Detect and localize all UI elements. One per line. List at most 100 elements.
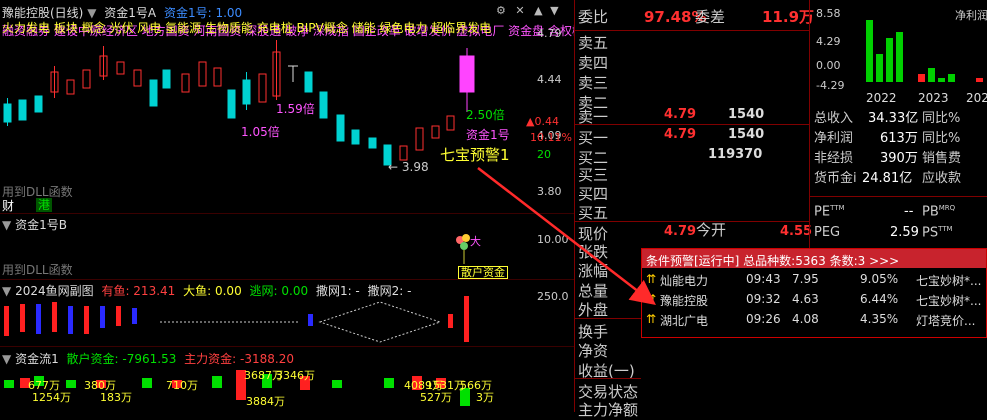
- zhangfu-label: 涨幅: [578, 262, 609, 280]
- candles-red: [50, 40, 455, 161]
- alert-stock-name: 豫能控股: [660, 294, 709, 308]
- fin-row-label: 净利润: [814, 131, 854, 146]
- huanshou-label: 换手: [578, 323, 609, 341]
- alert-price: 7.95: [792, 272, 819, 286]
- alert-time: 09:43: [746, 272, 781, 286]
- jingzi-label: 净资: [578, 342, 609, 360]
- weicha-label: 委差: [695, 8, 726, 26]
- divider: [0, 213, 574, 214]
- fin-row-value: 613万: [880, 131, 918, 146]
- fin-bar-chart: [866, 20, 983, 82]
- flow-label: 1254万: [32, 391, 71, 404]
- annotation-20: 20: [537, 148, 551, 161]
- jinkai-label: 今开: [696, 221, 727, 239]
- flow-label: 566万: [460, 379, 492, 392]
- annotation-1-59: 1.59倍: [276, 102, 315, 116]
- fin-row-value: 390万: [880, 151, 918, 166]
- double-up-icon: ⇈: [646, 312, 657, 326]
- peg-label: PEG: [814, 225, 841, 240]
- panel2-title-row[interactable]: ▼ 资金1号B: [2, 216, 67, 233]
- alert-row[interactable]: ⇈ 湖北广电 09:26 4.08 4.35% 灯塔竞价...: [642, 308, 986, 328]
- double-up-icon: ⇈: [646, 292, 657, 306]
- sell4-label: 卖四: [578, 54, 609, 72]
- buy4-label: 买四: [578, 185, 609, 203]
- alert-time: 09:32: [746, 292, 781, 306]
- annotation-2-50: 2.50倍: [466, 108, 505, 122]
- fin-row-value: 34.33亿: [868, 111, 919, 126]
- flow-label: 3346万: [276, 369, 315, 382]
- zhangdie-label: 张跌: [578, 243, 609, 261]
- flow-label: 380万: [84, 379, 116, 392]
- dropdown-icon[interactable]: ▼: [2, 352, 11, 366]
- fin-row-label2: 同比%: [922, 111, 961, 126]
- annotation-zijin: 资金1号: [466, 128, 510, 142]
- fin-row-label: 货币金i: [814, 171, 857, 186]
- pb-label: PBMRQ: [922, 204, 956, 220]
- buy1-volume: 1540: [728, 127, 765, 142]
- fin-row-value: 24.81亿: [862, 171, 913, 186]
- fin-row-label2: 同比%: [922, 131, 961, 146]
- fin-year: 2022: [866, 91, 897, 105]
- sell3-label: 卖三: [578, 74, 609, 92]
- candles-green: [3, 69, 392, 166]
- buy2-volume: 119370: [708, 147, 763, 162]
- divider: [0, 346, 574, 347]
- flow-label: 710万: [166, 379, 198, 392]
- flow-label: 183万: [100, 391, 132, 404]
- alert-price: 4.08: [792, 312, 819, 326]
- panel4-sanhu: 散户资金: -7961.53: [66, 352, 177, 366]
- flow-label: 3万: [476, 391, 494, 404]
- flow-label: 677万: [28, 379, 60, 392]
- kline-chart-area[interactable]: 豫能控股(日线) ▼ 资金1号A 资金1号: 1.00 ⚙ ✕ ▲ ▼ 融资融券…: [0, 0, 574, 412]
- buy1-label: 买一: [578, 129, 609, 147]
- sell1-volume: 1540: [728, 107, 765, 122]
- marker-gang: 港: [36, 198, 53, 212]
- panel2-tag: 散户资金: [458, 266, 508, 279]
- fishnet-bars: [4, 296, 469, 343]
- panel2-balloons: [456, 234, 470, 264]
- annotation-change-pct: 10.11%: [530, 131, 572, 144]
- alert-strategy: 七宝妙树*...: [916, 274, 982, 288]
- flow-label: 527万: [420, 391, 452, 404]
- panel2-title: 资金1号B: [15, 218, 67, 232]
- peg-value: 2.59: [890, 225, 919, 240]
- alert-row[interactable]: ⇈ 灿能电力 09:43 7.95 9.05% 七宝妙树*...: [642, 268, 986, 288]
- alert-header[interactable]: 条件预警[运行中] 总品种数:5363 条数:3 >>>: [642, 249, 986, 268]
- weibi-label: 委比: [578, 8, 609, 26]
- fin-axis-2: 4.29: [816, 35, 841, 48]
- panel4-title: 资金流1: [15, 352, 59, 366]
- zhuli-label: 主力净额: [578, 401, 639, 419]
- weicha-value: 11.9万: [762, 8, 815, 26]
- waipan-label: 外盘: [578, 301, 609, 319]
- marker-cai: 财: [2, 199, 15, 213]
- order-book: [575, 0, 809, 412]
- panel4-title-row[interactable]: ▼ 资金流1 散户资金: -7961.53 主力资金: -3188.20: [2, 350, 294, 367]
- alert-row[interactable]: ⇈ 豫能控股 09:32 4.63 6.44% 七宝妙树*...: [642, 288, 986, 308]
- xianjia-value: 4.79: [664, 224, 697, 239]
- ps-label: PSTTM: [922, 225, 953, 241]
- alert-stock-name: 灿能电力: [660, 274, 709, 288]
- alert-pct: 9.05%: [860, 272, 899, 286]
- condition-alert-window[interactable]: 条件预警[运行中] 总品种数:5363 条数:3 >>> ⇈ 灿能电力 09:4…: [641, 248, 987, 338]
- fin-axis-3: 0.00: [816, 59, 841, 72]
- alert-pct: 6.44%: [860, 292, 899, 306]
- annotation-low: ← 3.98: [388, 160, 429, 174]
- pe-label: PETTM: [814, 204, 845, 220]
- fin-row-label2: 应收款: [922, 171, 962, 186]
- alert-strategy: 七宝妙树*...: [916, 294, 982, 308]
- zongliang-label: 总量: [578, 282, 609, 300]
- flow-label: 3884万: [246, 395, 285, 408]
- sell1-price: 4.79: [664, 107, 697, 122]
- buy5-label: 买五: [578, 204, 609, 222]
- fin-year: 2023: [918, 91, 949, 105]
- alert-pct: 4.35%: [860, 312, 899, 326]
- panel4-zhuli: 主力资金: -3188.20: [184, 352, 294, 366]
- annotation-1-05: 1.05倍: [241, 125, 280, 139]
- dropdown-icon[interactable]: ▼: [2, 218, 11, 232]
- fin-axis-top: 8.58: [816, 7, 841, 20]
- pe-value: --: [904, 204, 914, 219]
- candlestick-series: [3, 40, 475, 166]
- double-up-icon: ⇈: [646, 272, 657, 286]
- annotation-change: ▲0.44: [526, 115, 559, 128]
- qibao-alert-label: 七宝预警1: [440, 146, 510, 164]
